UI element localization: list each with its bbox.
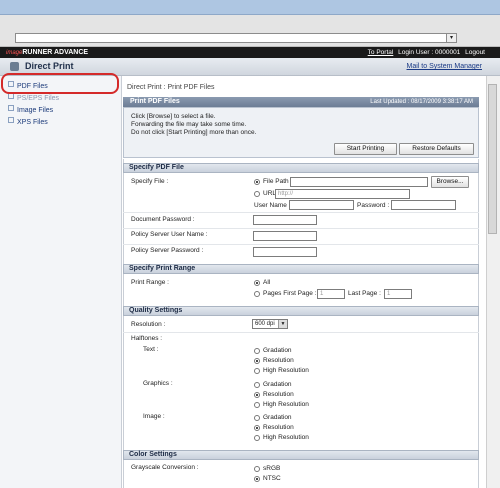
text-resolution-radio[interactable] (254, 358, 260, 364)
option-label: Gradation (263, 414, 292, 421)
bullet-icon (8, 105, 14, 111)
address-bar[interactable] (15, 33, 457, 43)
resolution-label: Resolution : (131, 321, 166, 328)
last-page-input[interactable]: 1 (384, 289, 412, 299)
resolution-select[interactable]: 600 dpi ▼ (252, 319, 288, 329)
restore-defaults-button[interactable]: Restore Defaults (399, 143, 474, 155)
browser-tab-strip (0, 0, 500, 15)
text-halftone-label: Text : (143, 346, 159, 353)
option-label: Gradation (263, 381, 292, 388)
sidebar-item-label: XPS Files (17, 119, 48, 126)
url-input[interactable]: http:// (275, 189, 410, 199)
file-path-label: File Path (263, 178, 289, 185)
document-password-input[interactable] (253, 215, 317, 225)
bullet-icon (8, 117, 14, 123)
policy-user-input[interactable] (253, 231, 317, 241)
option-label: High Resolution (263, 434, 309, 441)
option-label: High Resolution (263, 401, 309, 408)
grayscale-conversion-label: Grayscale Conversion : (131, 464, 199, 471)
dropdown-arrow-icon: ▼ (278, 320, 287, 328)
panel-title: Print PDF Files Last Updated : 08/17/200… (123, 97, 479, 107)
graphics-high-resolution-radio[interactable] (254, 402, 260, 408)
instruction-line: Click [Browse] to select a file. (131, 113, 216, 120)
halftones-label: Halftones : (131, 335, 163, 342)
image-resolution-radio[interactable] (254, 425, 260, 431)
brand-logo: imageRUNNER ADVANCE (6, 48, 88, 58)
breadcrumb: Direct Print : Print PDF Files (127, 84, 215, 91)
app-title: Direct Print (25, 61, 74, 71)
option-label: Gradation (263, 347, 292, 354)
option-label: Resolution (263, 357, 294, 364)
text-gradation-radio[interactable] (254, 348, 260, 354)
logout-link[interactable]: Logout (465, 49, 485, 56)
pages-radio[interactable] (254, 291, 260, 297)
image-halftone-label: Image : (143, 413, 165, 420)
section-specify-pdf-file: Specify PDF File (123, 163, 479, 173)
section-quality-settings: Quality Settings (123, 306, 479, 316)
option-label: High Resolution (263, 367, 309, 374)
option-label: sRGB (263, 465, 281, 472)
image-high-resolution-radio[interactable] (254, 435, 260, 441)
specify-file-label: Specify File : (131, 178, 169, 185)
first-page-label: Pages First Page : (263, 290, 317, 297)
password-label: Password : (357, 202, 390, 209)
divider (123, 332, 479, 333)
address-dropdown-icon[interactable]: ▾ (446, 33, 457, 43)
resolution-value: 600 dpi (255, 321, 275, 327)
sidebar-item-label: Image Files (17, 107, 54, 114)
option-label: Resolution (263, 391, 294, 398)
file-path-input[interactable] (290, 177, 428, 187)
browse-button[interactable]: Browse... (431, 176, 469, 188)
first-page-input[interactable]: 1 (317, 289, 345, 299)
instruction-line: Forwarding the file may take some time. (131, 121, 247, 128)
brand-prefix: image (6, 50, 23, 56)
last-page-label: Last Page : (348, 290, 381, 297)
graphics-halftone-label: Graphics : (143, 380, 173, 387)
image-gradation-radio[interactable] (254, 415, 260, 421)
all-pages-radio[interactable] (254, 280, 260, 286)
user-name-label: User Name : (254, 202, 291, 209)
divider (123, 228, 479, 229)
section-color-settings: Color Settings (123, 450, 479, 460)
scrollbar-thumb[interactable] (488, 84, 497, 234)
sidebar-item-label: PS/EPS Files (17, 95, 60, 102)
policy-user-label: Policy Server User Name : (131, 231, 208, 238)
graphics-resolution-radio[interactable] (254, 392, 260, 398)
document-password-label: Document Password : (131, 216, 195, 223)
graphics-gradation-radio[interactable] (254, 382, 260, 388)
sidebar-item-ps-eps-files[interactable]: PS/EPS Files (8, 93, 59, 102)
url-radio[interactable] (254, 191, 260, 197)
mail-to-system-manager-link[interactable]: Mail to System Manager (407, 63, 482, 70)
ntsc-radio[interactable] (254, 476, 260, 482)
start-printing-button[interactable]: Start Printing (334, 143, 397, 155)
direct-print-icon (10, 62, 19, 71)
instruction-line: Do not click [Start Printing] more than … (131, 129, 257, 136)
login-user: Login User : 0000001 (398, 49, 461, 56)
divider (123, 212, 479, 213)
sidebar-item-image-files[interactable]: Image Files (8, 105, 53, 114)
selection-highlight (1, 73, 119, 94)
all-pages-label: All (263, 279, 271, 286)
option-label: Resolution (263, 424, 294, 431)
section-print-range: Specify Print Range (123, 264, 479, 274)
text-high-resolution-radio[interactable] (254, 368, 260, 374)
last-updated: Last Updated : 08/17/2009 3:38:17 AM (370, 99, 473, 105)
password-input[interactable] (391, 200, 456, 210)
sidebar-item-xps-files[interactable]: XPS Files (8, 117, 48, 126)
policy-password-label: Policy Server Password : (131, 247, 204, 254)
brand-name: RUNNER ADVANCE (22, 49, 89, 56)
panel-title-text: Print PDF Files (130, 98, 180, 105)
policy-password-input[interactable] (253, 247, 317, 257)
file-path-radio[interactable] (254, 179, 260, 185)
header-links: To Portal Login User : 0000001 Logout (365, 48, 485, 57)
user-name-input[interactable] (289, 200, 354, 210)
sidebar (0, 76, 122, 488)
to-portal-link[interactable]: To Portal (368, 49, 394, 56)
print-range-label: Print Range : (131, 279, 169, 286)
srgb-radio[interactable] (254, 466, 260, 472)
divider (123, 244, 479, 245)
option-label: NTSC (263, 475, 281, 482)
